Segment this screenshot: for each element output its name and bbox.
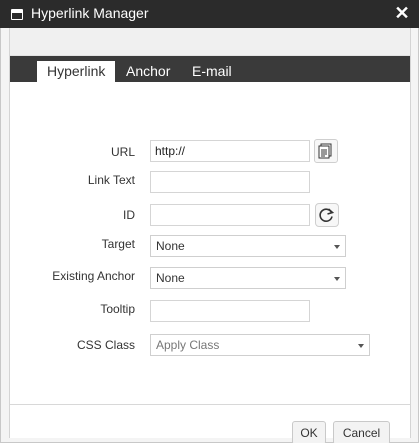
tab-email[interactable]: E-mail — [182, 61, 242, 82]
tooltip-input[interactable] — [150, 300, 310, 322]
tooltip-label: Tooltip — [100, 302, 135, 316]
ok-button[interactable]: OK — [292, 421, 326, 443]
refresh-icon — [319, 208, 335, 222]
window-icon — [11, 9, 23, 20]
chevron-down-icon — [334, 245, 340, 249]
close-icon[interactable]: ✕ — [394, 4, 410, 22]
url-label: URL — [110, 145, 135, 159]
target-select[interactable]: None — [150, 235, 346, 257]
link-text-input[interactable] — [150, 171, 310, 193]
hyperlink-form: URL Link Text ID — [10, 82, 410, 443]
existing-anchor-select[interactable]: None — [150, 267, 346, 289]
existing-anchor-label: Existing Anchor — [52, 269, 135, 283]
css-class-value: Apply Class — [156, 338, 220, 352]
cancel-button[interactable]: Cancel — [333, 421, 390, 443]
chevron-down-icon — [358, 344, 364, 348]
existing-anchor-value: None — [156, 271, 185, 285]
id-input[interactable] — [150, 204, 310, 226]
tab-hyperlink[interactable]: Hyperlink — [37, 61, 116, 82]
target-label: Target — [101, 237, 135, 251]
document-manager-icon — [318, 143, 332, 159]
footer-divider — [10, 404, 410, 405]
dialog-frame: Hyperlink Anchor E-mail URL Link Text — [0, 28, 419, 443]
css-class-select[interactable]: Apply Class — [150, 334, 370, 356]
dialog-content: Hyperlink Anchor E-mail URL Link Text — [9, 28, 411, 443]
link-text-label: Link Text — [87, 173, 135, 187]
document-manager-button[interactable] — [314, 139, 338, 163]
target-value: None — [156, 239, 185, 253]
chevron-down-icon — [334, 277, 340, 281]
dialog-title: Hyperlink Manager — [31, 5, 149, 21]
tab-anchor[interactable]: Anchor — [116, 61, 180, 82]
title-bar: Hyperlink Manager ✕ — [0, 0, 419, 28]
refresh-button[interactable] — [315, 203, 339, 227]
css-class-label: CSS Class — [76, 338, 135, 352]
toolbar-strip — [10, 28, 410, 56]
tab-bar: Hyperlink Anchor E-mail — [10, 56, 410, 82]
id-label: ID — [123, 208, 135, 222]
url-input[interactable] — [150, 140, 310, 162]
